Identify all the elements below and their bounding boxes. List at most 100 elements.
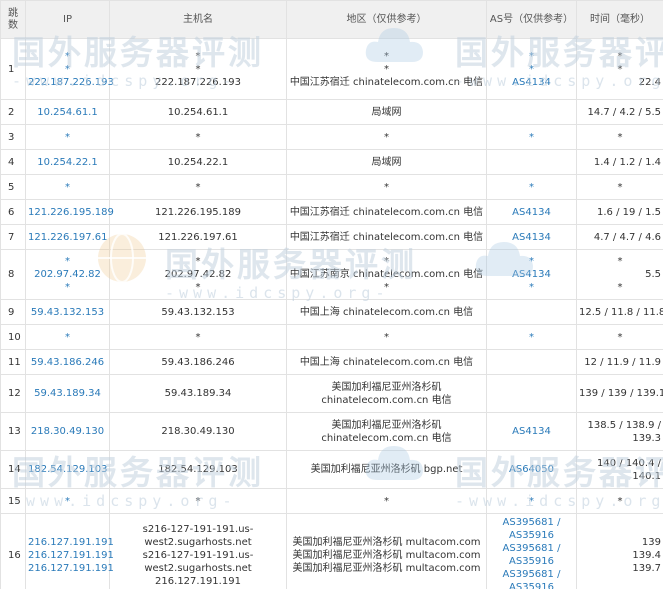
hostname-cell: s216-127-191-191.us-west2.sugarhosts.net…: [109, 513, 287, 589]
region-cell-line: *: [384, 50, 389, 62]
region-cell: 美国加利福尼亚州洛杉矶 multacom.com 美国加利福尼亚州洛杉矶 mult…: [286, 513, 487, 589]
ip-cell: 59.43.186.246: [25, 349, 110, 375]
region-cell: 中国上海 chinatelecom.com.cn 电信: [286, 349, 487, 375]
time-cell: 12.5 / 11.8 / 11.8: [576, 299, 663, 325]
time-cell-line: 139: [641, 536, 661, 548]
region-cell: *: [286, 124, 487, 150]
time-cell-line: 1.4 / 1.2 / 1.4: [593, 156, 661, 168]
time-cell-line: 5.5: [645, 269, 661, 280]
ip-cell-line: *: [65, 256, 70, 267]
hostname-cell-line: 121.226.195.189: [155, 206, 241, 218]
hostname-cell-line: s216-127-191-191.us-: [142, 549, 254, 561]
as-cell: AS395681 / AS35916 AS395681 / AS35916 AS3956…: [486, 513, 577, 589]
hostname-cell-line: s216-127-191-191.us-: [142, 523, 254, 535]
ip-cell-line: 59.43.132.153: [30, 306, 105, 318]
time-cell: *: [576, 124, 663, 150]
traceroute-table: 跳数 IP 主机名 地区（仅供参考） AS号（仅供参考） 时间（毫秒） 1 * * 2…: [0, 0, 663, 589]
as-cell: [486, 349, 577, 375]
time-cell-line: *: [617, 181, 623, 193]
hostname-cell: *: [109, 124, 287, 150]
hostname-cell: 10.254.61.1: [109, 99, 287, 125]
hostname-cell-line: 121.226.197.61: [158, 231, 238, 243]
hostname-cell-line: 10.254.61.1: [167, 106, 229, 118]
region-cell-line: *: [384, 256, 389, 267]
ip-cell: 59.43.189.34: [25, 374, 110, 413]
hostname-cell: *: [109, 174, 287, 200]
as-cell: AS4134: [486, 224, 577, 250]
region-cell-line: 局域网: [371, 156, 402, 168]
time-cell-line: 139.7: [632, 562, 661, 574]
as-cell-line: AS4134: [512, 426, 551, 437]
time-cell-line: 140 / 140.4 /: [597, 457, 661, 469]
hop-number: 5: [0, 174, 26, 200]
time-cell-line: *: [617, 131, 623, 143]
as-cell: * AS4134 *: [486, 249, 577, 300]
region-cell-line: *: [384, 331, 389, 343]
region-cell-line: 美国加利福尼亚州洛杉矶 bgp.net: [310, 464, 463, 475]
hostname-cell: * * 222.187.226.193: [109, 38, 287, 100]
region-cell: 美国加利福尼亚州洛杉矶 chinatelecom.com.cn 电信: [286, 374, 487, 413]
region-cell: *: [286, 324, 487, 350]
as-cell-line: AS35916: [509, 530, 554, 541]
table-row: 14 182.54.129.103 182.54.129.103 美国加利福尼亚州洛杉…: [0, 450, 663, 489]
region-cell: * 中国江苏南京 chinatelecom.com.cn 电信 *: [286, 249, 487, 300]
table-row: 5 * * * * *: [0, 174, 663, 200]
time-cell: 138.5 / 138.9 /139.3: [576, 412, 663, 451]
region-cell-line: 中国上海 chinatelecom.com.cn 电信: [299, 306, 474, 318]
as-cell: * * AS4134: [486, 38, 577, 100]
ip-cell-line: 121.226.197.61: [28, 231, 108, 243]
hostname-cell: 121.226.195.189: [109, 199, 287, 225]
ip-cell-line: 10.254.61.1: [37, 106, 98, 118]
hostname-cell-line: *: [195, 63, 201, 75]
hop-number: 12: [0, 374, 26, 413]
header-ip: IP: [25, 0, 110, 39]
ip-cell-line: 10.254.22.1: [37, 156, 98, 168]
as-cell: [486, 99, 577, 125]
time-cell-line: 12.5 / 11.8 / 11.8: [579, 306, 663, 318]
table-row: 6 121.226.195.189 121.226.195.189 中国江苏宿迁 ch…: [0, 199, 663, 225]
region-cell: *: [286, 174, 487, 200]
ip-cell: 218.30.49.130: [25, 412, 110, 451]
region-cell: 局域网: [286, 99, 487, 125]
region-cell-line: 中国江苏宿迁 chinatelecom.com.cn 电信: [289, 76, 484, 88]
region-cell-line: *: [384, 181, 389, 193]
as-cell-line: *: [529, 495, 534, 507]
hostname-cell-line: 59.43.132.153: [161, 306, 235, 318]
header-as: AS号（仅供参考）: [486, 0, 577, 39]
region-cell-line: 美国加利福尼亚州洛杉矶: [331, 419, 442, 431]
ip-cell-line: 59.43.189.34: [34, 388, 101, 399]
hostname-cell: 121.226.197.61: [109, 224, 287, 250]
ip-cell: *: [25, 488, 110, 514]
table-row: 2 10.254.61.1 10.254.61.1 局域网 14.7 / 4.2 / 5…: [0, 99, 663, 125]
as-cell-line: AS395681 /: [502, 543, 561, 554]
time-cell: *: [576, 174, 663, 200]
time-cell: 14.7 / 4.2 / 5.5: [576, 99, 663, 125]
as-cell: [486, 149, 577, 175]
time-cell: 1.6 / 19 / 1.5: [576, 199, 663, 225]
as-cell-line: *: [529, 50, 534, 62]
hostname-cell-line: *: [195, 256, 201, 267]
time-cell-line: 138.5 / 138.9 /: [587, 419, 661, 431]
time-cell-line: 139.3: [632, 432, 661, 444]
time-cell-line: 140.1: [632, 470, 661, 482]
hostname-cell-line: west2.sugarhosts.net: [144, 562, 252, 574]
hostname-cell-line: 202.97.42.82: [164, 269, 232, 280]
table-row: 3 * * * * *: [0, 124, 663, 150]
region-cell-line: *: [384, 131, 389, 143]
time-cell-line: *: [617, 63, 623, 75]
region-cell: 美国加利福尼亚州洛杉矶 bgp.net: [286, 450, 487, 489]
hop-number: 7: [0, 224, 26, 250]
table-row: 8 * 202.97.42.82 * * 202.97.42.82 * * 中国江苏南京 chi…: [0, 249, 663, 300]
as-cell: *: [486, 174, 577, 200]
as-cell-line: AS4134: [512, 231, 551, 243]
hop-number: 15: [0, 488, 26, 514]
ip-cell: * 202.97.42.82 *: [25, 249, 110, 300]
region-cell-line: 局域网: [371, 106, 402, 118]
as-cell-line: AS4134: [512, 76, 551, 88]
hostname-cell-line: *: [195, 495, 201, 507]
as-cell: AS4134: [486, 412, 577, 451]
ip-cell-line: *: [65, 282, 70, 293]
as-cell-line: AS35916: [509, 556, 554, 567]
hop-number: 13: [0, 412, 26, 451]
time-cell: 4.7 / 4.7 / 4.6: [576, 224, 663, 250]
